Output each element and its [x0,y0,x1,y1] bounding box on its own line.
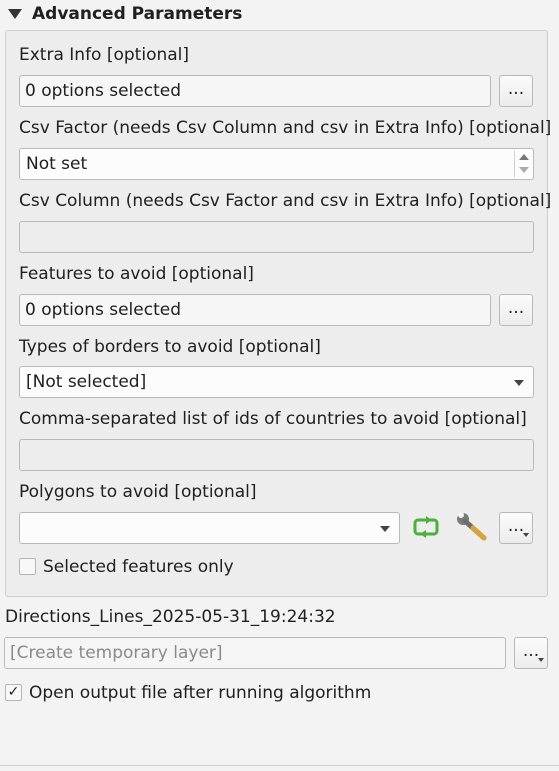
wrench-icon[interactable] [455,511,489,543]
bottom-separator [0,765,559,766]
extra-info-field[interactable]: 0 options selected [19,75,491,107]
extra-info-browse-button[interactable]: ... [499,75,533,107]
features-to-avoid-label: Features to avoid [optional] [19,264,254,284]
spin-divider [514,151,515,177]
check-icon: ✓ [7,684,20,700]
triangle-down-icon[interactable] [8,9,22,19]
output-more-button[interactable]: ... [514,637,548,669]
chevron-down-icon[interactable] [514,380,524,386]
open-output-label: Open output file after running algorithm [29,683,372,703]
more-label: ... [507,516,525,536]
chevron-down-icon[interactable] [380,526,390,532]
section-title: Advanced Parameters [32,4,243,24]
countries-to-avoid-field[interactable] [19,439,534,471]
borders-to-avoid-dropdown[interactable]: [Not selected] [19,366,534,398]
iterate-refresh-icon[interactable] [411,513,441,541]
more-label: ... [522,641,540,661]
csv-column-label: Csv Column (needs Csv Factor and csv in … [19,191,552,211]
open-output-checkbox[interactable]: ✓ [5,684,22,701]
csv-factor-value: Not set [26,154,88,174]
csv-column-field[interactable] [19,221,534,253]
polygons-more-button[interactable]: ... [499,512,533,544]
polygons-to-avoid-dropdown[interactable] [19,512,400,544]
extra-info-label: Extra Info [optional] [19,45,190,65]
spin-down-icon[interactable] [519,167,529,173]
menu-arrow-icon [538,658,544,662]
features-to-avoid-field[interactable]: 0 options selected [19,294,491,326]
selected-features-only-label: Selected features only [43,557,234,577]
menu-arrow-icon [523,533,529,537]
output-label: Directions_Lines_2025-05-31_19:24:32 [5,607,336,627]
spin-up-icon[interactable] [519,154,529,160]
output-destination-field[interactable]: [Create temporary layer] [4,637,506,669]
countries-to-avoid-label: Comma-separated list of ids of countries… [19,409,527,429]
csv-factor-spinbox[interactable]: Not set [19,148,534,180]
borders-to-avoid-label: Types of borders to avoid [optional] [19,337,321,357]
features-to-avoid-browse-button[interactable]: ... [499,294,533,326]
csv-factor-label: Csv Factor (needs Csv Column and csv in … [19,118,552,138]
selected-features-only-checkbox[interactable] [19,558,36,575]
polygons-to-avoid-label: Polygons to avoid [optional] [19,482,257,502]
borders-to-avoid-value: [Not selected] [26,372,147,392]
